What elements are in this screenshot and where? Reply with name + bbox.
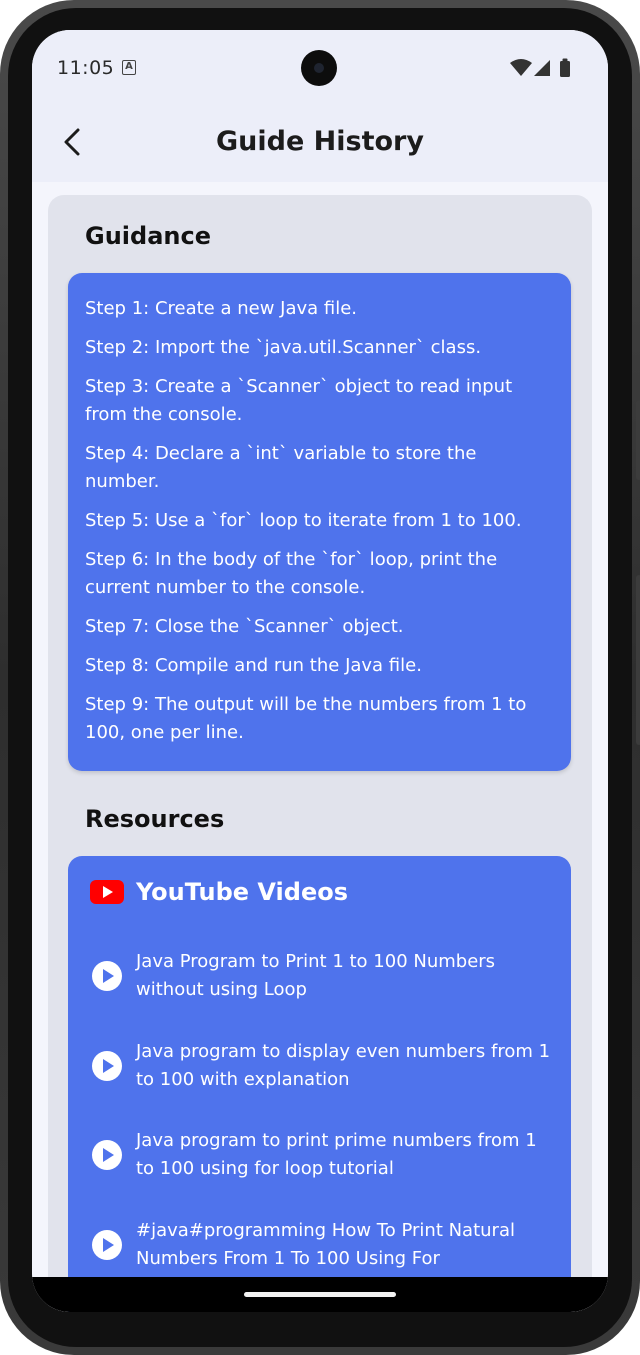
youtube-title: YouTube Videos [136, 878, 348, 906]
guidance-card: Step 1: Create a new Java file. Step 2: … [68, 273, 571, 771]
video-title: #java#programming How To Print Natural N… [136, 1220, 515, 1269]
video-title: Java Program to Print 1 to 100 Numbers w… [136, 951, 496, 1000]
play-circle-icon [92, 1140, 122, 1170]
phone-frame: 11:05 A Guide History Guidance Step 1: C… [0, 0, 640, 1355]
guidance-title: Guidance [85, 222, 211, 250]
signal-icon [534, 60, 550, 76]
battery-icon [560, 58, 570, 77]
play-circle-icon [92, 1051, 122, 1081]
volume-button [636, 400, 640, 480]
resources-title: Resources [85, 805, 225, 833]
video-link[interactable]: Java program to print prime numbers from… [92, 1127, 552, 1183]
app-bar: Guide History [32, 108, 608, 182]
step-item: Step 7: Close the `Scanner` object. [85, 616, 404, 637]
status-time: 11:05 [57, 57, 115, 79]
video-title: Java program to display even numbers fro… [136, 1041, 551, 1090]
front-camera [301, 50, 337, 86]
step-item: Step 9: The output will be the numbers f… [85, 694, 527, 743]
video-link[interactable]: #java#programming How To Print Natural N… [92, 1217, 552, 1273]
power-button [636, 575, 640, 745]
video-link[interactable]: Java program to display even numbers fro… [92, 1038, 552, 1094]
step-item: Step 6: In the body of the `for` loop, p… [85, 549, 498, 598]
status-icons [510, 58, 570, 77]
notification-a-icon: A [122, 60, 136, 75]
video-link[interactable]: Java Program to Print 1 to 100 Numbers w… [92, 948, 552, 1004]
page-title: Guide History [216, 126, 424, 157]
history-content[interactable]: Guidance Step 1: Create a new Java file.… [48, 195, 592, 1312]
home-gesture-handle[interactable] [244, 1292, 396, 1297]
step-item: Step 8: Compile and run the Java file. [85, 655, 422, 676]
step-item: Step 2: Import the `java.util.Scanner` c… [85, 337, 482, 358]
resources-card: YouTube Videos Java Program to Print 1 t… [68, 856, 571, 1312]
wifi-icon [510, 59, 532, 76]
status-bar: 11:05 A [32, 30, 608, 108]
play-circle-icon [92, 961, 122, 991]
screen: 11:05 A Guide History Guidance Step 1: C… [32, 30, 608, 1312]
youtube-header: YouTube Videos [90, 878, 348, 906]
step-item: Step 1: Create a new Java file. [85, 298, 358, 319]
step-item: Step 3: Create a `Scanner` object to rea… [85, 376, 513, 425]
youtube-icon [90, 880, 124, 904]
navigation-bar [32, 1277, 608, 1312]
play-circle-icon [92, 1230, 122, 1260]
video-title: Java program to print prime numbers from… [136, 1130, 537, 1179]
step-item: Step 4: Declare a `int` variable to stor… [85, 443, 477, 492]
step-item: Step 5: Use a `for` loop to iterate from… [85, 510, 522, 531]
